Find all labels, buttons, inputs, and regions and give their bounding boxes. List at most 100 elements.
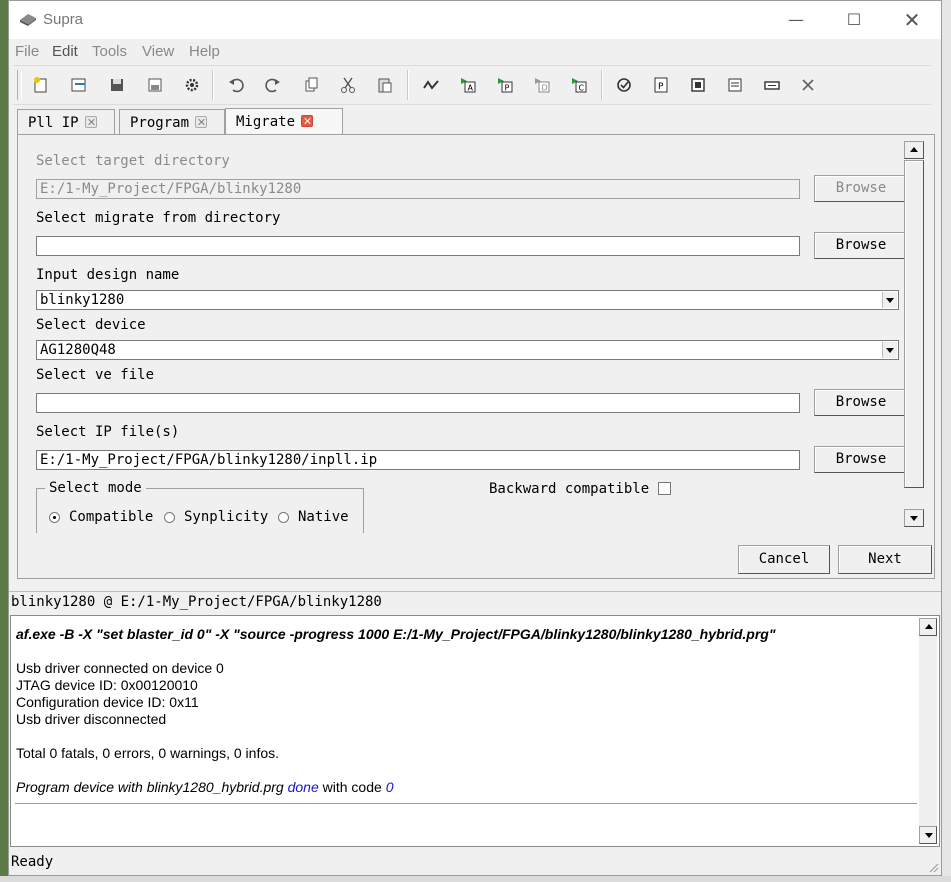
scroll-up-button[interactable] bbox=[904, 141, 924, 159]
radio-unchecked-icon[interactable] bbox=[278, 511, 289, 523]
backward-compatible-checkbox[interactable] bbox=[658, 482, 671, 495]
scroll-down-button[interactable] bbox=[904, 509, 924, 527]
radio-checked-icon[interactable] bbox=[49, 511, 60, 523]
run-d-icon[interactable]: D bbox=[528, 72, 556, 98]
new-project-icon[interactable] bbox=[27, 72, 55, 98]
toolbar-grip[interactable] bbox=[17, 70, 22, 100]
status-bar: Ready bbox=[11, 854, 54, 870]
program-icon[interactable]: P bbox=[647, 72, 675, 98]
browse-ip-files-button[interactable]: Browse bbox=[814, 446, 908, 473]
app-icon bbox=[20, 14, 36, 26]
toolbar-separator bbox=[407, 70, 409, 100]
mode-native-radio[interactable]: Native bbox=[278, 509, 349, 525]
check-icon[interactable] bbox=[610, 72, 638, 98]
log-scrollbar[interactable] bbox=[919, 618, 937, 844]
minimize-button[interactable]: — bbox=[767, 1, 825, 39]
background-window-bottom bbox=[0, 876, 951, 882]
tab-label: Pll IP bbox=[28, 115, 79, 131]
cancel-button[interactable]: Cancel bbox=[738, 545, 830, 574]
design-name-label: Input design name bbox=[36, 267, 180, 283]
menu-edit[interactable]: Edit bbox=[52, 43, 78, 60]
menu-view[interactable]: View bbox=[142, 43, 174, 60]
chip-icon[interactable] bbox=[684, 72, 712, 98]
svg-text:P: P bbox=[658, 82, 664, 92]
close-tab-icon[interactable] bbox=[84, 116, 97, 128]
chevron-down-icon[interactable] bbox=[882, 292, 897, 308]
toolbar-separator bbox=[212, 70, 214, 100]
next-button[interactable]: Next bbox=[838, 545, 932, 574]
save-icon[interactable] bbox=[103, 72, 131, 98]
target-directory-field: E:/1-My_Project/FPGA/blinky1280 bbox=[36, 179, 800, 199]
scroll-down-button[interactable] bbox=[919, 826, 937, 844]
mode-compatible-radio[interactable]: Compatible bbox=[49, 509, 153, 525]
log-result-prefix: Program device with blinky1280_hybrid.pr… bbox=[16, 779, 288, 795]
tab-program[interactable]: Program bbox=[119, 109, 225, 134]
toolbar: A P D C P bbox=[13, 65, 931, 105]
radio-label: Native bbox=[298, 509, 349, 525]
compile-icon[interactable] bbox=[417, 72, 445, 98]
report-icon[interactable] bbox=[721, 72, 749, 98]
toolbar-separator bbox=[601, 70, 603, 100]
main-window: Supra — ☐ ✕ File Edit Tools View Help A … bbox=[8, 0, 942, 876]
menu-help[interactable]: Help bbox=[189, 43, 220, 60]
tab-pll-ip[interactable]: Pll IP bbox=[17, 109, 115, 134]
backward-compatible-label: Backward compatible bbox=[489, 481, 650, 497]
project-path-bar: blinky1280 @ E:/1-My_Project/FPGA/blinky… bbox=[9, 591, 941, 613]
browse-migrate-from-button[interactable]: Browse bbox=[814, 232, 908, 259]
close-tab-icon[interactable] bbox=[301, 115, 314, 127]
clear-icon[interactable] bbox=[794, 72, 822, 98]
browse-target-button: Browse bbox=[814, 175, 908, 202]
run-a-icon[interactable]: A bbox=[454, 72, 482, 98]
log-line: Usb driver connected on device 0 bbox=[16, 660, 224, 676]
panel-scrollbar[interactable] bbox=[904, 141, 924, 527]
log-command: af.exe -B -X "set blaster_id 0" -X "sour… bbox=[16, 626, 776, 642]
paste-icon[interactable] bbox=[371, 72, 399, 98]
ve-file-field[interactable] bbox=[36, 393, 800, 413]
scroll-up-button[interactable] bbox=[919, 618, 937, 636]
cut-icon[interactable] bbox=[334, 72, 362, 98]
redo-icon[interactable] bbox=[259, 72, 287, 98]
log-result-middle: with code bbox=[318, 779, 386, 795]
run-p-icon[interactable]: P bbox=[491, 72, 519, 98]
close-tab-icon[interactable] bbox=[195, 116, 208, 128]
svg-text:P: P bbox=[505, 84, 510, 93]
output-log[interactable]: af.exe -B -X "set blaster_id 0" -X "sour… bbox=[10, 615, 940, 847]
ip-files-label: Select IP file(s) bbox=[36, 424, 180, 440]
resize-grip-icon[interactable] bbox=[929, 863, 939, 873]
target-directory-label: Select target directory bbox=[36, 153, 230, 169]
ip-files-field[interactable]: E:/1-My_Project/FPGA/blinky1280/inpll.ip bbox=[36, 450, 800, 470]
log-summary: Total 0 fatals, 0 errors, 0 warnings, 0 … bbox=[16, 745, 280, 761]
chevron-down-icon[interactable] bbox=[882, 342, 897, 358]
title-bar: Supra — ☐ ✕ bbox=[9, 1, 941, 39]
device-icon[interactable] bbox=[758, 72, 786, 98]
migrate-from-field[interactable] bbox=[36, 236, 800, 256]
device-combo[interactable]: AG1280Q48 bbox=[36, 340, 899, 360]
radio-unchecked-icon[interactable] bbox=[164, 511, 175, 523]
design-name-combo[interactable]: blinky1280 bbox=[36, 290, 899, 310]
maximize-button[interactable]: ☐ bbox=[825, 1, 883, 39]
background-window-edge bbox=[942, 0, 951, 882]
copy-icon[interactable] bbox=[297, 72, 325, 98]
menu-tools[interactable]: Tools bbox=[92, 43, 127, 60]
tab-migrate[interactable]: Migrate bbox=[225, 108, 343, 135]
log-result-code: 0 bbox=[385, 779, 394, 795]
tab-label: Migrate bbox=[236, 114, 296, 130]
log-line: Configuration device ID: 0x11 bbox=[16, 694, 199, 710]
scroll-thumb[interactable] bbox=[904, 160, 924, 488]
menu-file[interactable]: File bbox=[15, 43, 39, 60]
open-project-icon[interactable] bbox=[65, 72, 93, 98]
tab-label: Program bbox=[130, 115, 190, 131]
undo-icon[interactable] bbox=[222, 72, 250, 98]
radio-label: Synplicity bbox=[184, 509, 269, 525]
save-as-icon[interactable] bbox=[141, 72, 169, 98]
settings-icon[interactable] bbox=[178, 72, 206, 98]
svg-text:A: A bbox=[468, 84, 474, 93]
close-window-button[interactable]: ✕ bbox=[883, 1, 941, 39]
menu-bar: File Edit Tools View Help bbox=[9, 39, 941, 63]
select-mode-group: Select mode Compatible Synplicity Native bbox=[36, 480, 364, 533]
mode-synplicity-radio[interactable]: Synplicity bbox=[164, 509, 268, 525]
svg-text:C: C bbox=[579, 84, 585, 93]
run-c-icon[interactable]: C bbox=[565, 72, 593, 98]
browse-ve-file-button[interactable]: Browse bbox=[814, 389, 908, 416]
window-title: Supra bbox=[43, 11, 84, 28]
